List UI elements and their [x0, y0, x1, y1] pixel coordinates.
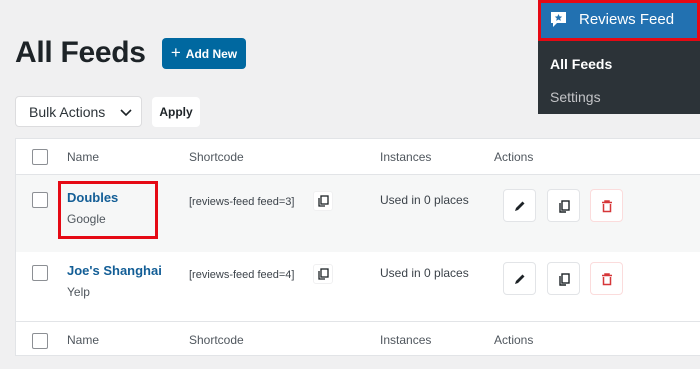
row-checkbox[interactable] [32, 192, 48, 208]
page-title: All Feeds [15, 36, 146, 69]
menu-item-reviews-feed[interactable]: Reviews Feed [538, 0, 700, 39]
feeds-table: Name Shortcode Instances Actions Doubles… [15, 138, 700, 356]
column-footer-actions: Actions [494, 333, 534, 347]
table-header: Name Shortcode Instances Actions [16, 139, 700, 174]
edit-feed-button[interactable] [503, 189, 536, 222]
copy-icon [318, 195, 329, 207]
select-all-checkbox[interactable] [32, 333, 48, 349]
select-all-checkbox[interactable] [32, 149, 48, 165]
column-footer-shortcode: Shortcode [189, 333, 244, 347]
edit-feed-button[interactable] [503, 262, 536, 295]
copy-shortcode-button[interactable] [313, 264, 333, 284]
trash-icon [601, 199, 612, 212]
copy-icon [558, 272, 570, 286]
column-header-shortcode: Shortcode [189, 150, 244, 164]
feed-instances: Used in 0 places [380, 193, 469, 207]
apply-button[interactable]: Apply [152, 97, 200, 127]
plus-icon: + [170, 43, 181, 62]
bulk-actions-label: Bulk Actions [29, 103, 106, 120]
column-footer-name: Name [67, 333, 100, 347]
copy-icon [558, 199, 570, 213]
copy-shortcode-button[interactable] [313, 191, 333, 211]
feed-instances: Used in 0 places [380, 266, 469, 280]
table-row: Doubles Google [reviews-feed feed=3] Use… [16, 174, 700, 252]
copy-icon [318, 268, 329, 280]
duplicate-feed-button[interactable] [547, 262, 580, 295]
delete-feed-button[interactable] [590, 262, 623, 295]
menu-item-all-feeds[interactable]: All Feeds [550, 56, 612, 72]
pencil-icon [514, 201, 524, 211]
feed-name-link[interactable]: Doubles [67, 190, 118, 205]
delete-feed-button[interactable] [590, 189, 623, 222]
row-checkbox[interactable] [32, 265, 48, 281]
menu-item-settings[interactable]: Settings [550, 89, 601, 105]
trash-icon [601, 272, 612, 285]
add-new-button[interactable]: + Add New [162, 38, 246, 69]
bulk-actions-select[interactable]: Bulk Actions [15, 96, 142, 127]
duplicate-feed-button[interactable] [547, 189, 580, 222]
pencil-icon [514, 274, 524, 284]
menu-title: Reviews Feed [579, 11, 675, 28]
column-header-instances: Instances [380, 150, 432, 164]
column-footer-instances: Instances [380, 333, 432, 347]
admin-submenu: Reviews Feed All Feeds Settings [538, 0, 700, 114]
table-footer: Name Shortcode Instances Actions [16, 321, 700, 357]
column-header-name: Name [67, 150, 100, 164]
review-star-icon [551, 12, 566, 27]
feed-shortcode: [reviews-feed feed=3] [189, 196, 295, 208]
feed-shortcode: [reviews-feed feed=4] [189, 269, 295, 281]
column-header-actions: Actions [494, 150, 534, 164]
feed-name-link[interactable]: Joe's Shanghai [67, 263, 162, 278]
add-new-label: Add New [185, 46, 238, 61]
feed-source: Yelp [67, 285, 90, 299]
chevron-down-icon [120, 109, 132, 117]
table-row: Joe's Shanghai Yelp [reviews-feed feed=4… [16, 252, 700, 321]
feed-source: Google [67, 212, 106, 226]
